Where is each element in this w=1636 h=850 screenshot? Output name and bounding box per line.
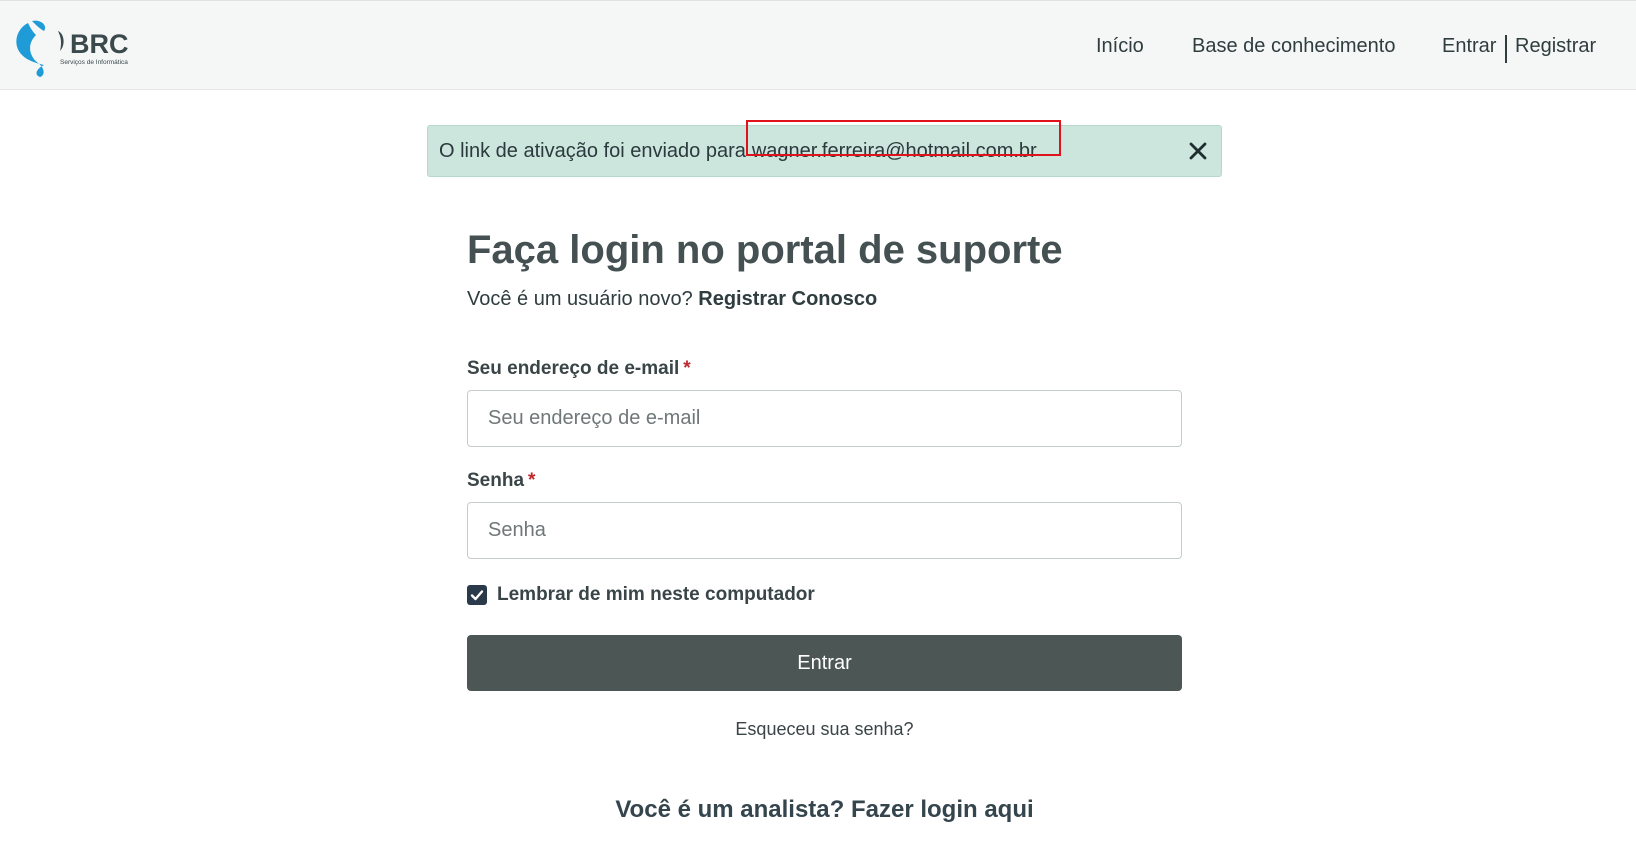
nav-link-base-conhecimento[interactable]: Base de conhecimento	[1192, 35, 1395, 58]
analyst-login-link[interactable]: Fazer login aqui	[851, 796, 1034, 823]
forgot-password-link[interactable]: Esqueceu sua senha?	[467, 719, 1182, 740]
email-label: Seu endereço de e-mail *	[467, 358, 691, 380]
register-link[interactable]: Registrar Conosco	[698, 288, 877, 310]
new-user-text: Você é um usuário novo?	[467, 288, 693, 310]
alert-email: wagner.ferreira@hotmail.com.br	[751, 139, 1037, 162]
nav-item-entrar[interactable]: Entrar	[1442, 1, 1496, 91]
required-marker: *	[528, 470, 536, 491]
alert-email-wrapper: wagner.ferreira@hotmail.com.br	[745, 119, 1061, 163]
email-label-text: Seu endereço de e-mail	[467, 358, 680, 379]
password-label: Senha *	[467, 470, 535, 492]
site-header: BRC Serviços de Informática Início Base …	[0, 0, 1636, 90]
alert-message: O link de ativação foi enviado para	[439, 139, 746, 162]
brc-logo[interactable]: BRC Serviços de Informática	[14, 19, 139, 79]
remember-me[interactable]: Lembrar de mim neste computador	[467, 584, 815, 606]
nav-item-base-conhecimento[interactable]: Base de conhecimento	[1192, 1, 1395, 91]
nav-link-registrar[interactable]: Registrar	[1515, 35, 1596, 58]
new-user-prompt: Você é um usuário novo? Registrar Conosc…	[467, 288, 877, 311]
close-icon[interactable]	[1185, 138, 1211, 164]
activation-alert: O link de ativação foi enviado para wagn…	[427, 119, 1222, 177]
checkmark-icon	[470, 590, 484, 601]
logo-text: BRC	[70, 29, 129, 59]
email-field[interactable]	[467, 390, 1182, 447]
nav-divider	[1505, 35, 1507, 63]
page-title: Faça login no portal de suporte	[467, 228, 1063, 272]
analyst-prompt: Você é um analista?	[615, 796, 845, 823]
logo-tagline: Serviços de Informática	[60, 59, 128, 66]
remember-checkbox[interactable]	[467, 585, 487, 605]
nav-item-registrar[interactable]: Registrar	[1515, 1, 1596, 91]
password-field[interactable]	[467, 502, 1182, 559]
nav-link-entrar[interactable]: Entrar	[1442, 35, 1496, 58]
login-button[interactable]: Entrar	[467, 635, 1182, 691]
nav-item-inicio[interactable]: Início	[1096, 1, 1144, 91]
remember-label[interactable]: Lembrar de mim neste computador	[497, 584, 815, 606]
required-marker: *	[683, 358, 691, 379]
analyst-login: Você é um analista? Fazer login aqui	[467, 796, 1182, 824]
nav-link-inicio[interactable]: Início	[1096, 35, 1144, 58]
password-label-text: Senha	[467, 470, 525, 491]
